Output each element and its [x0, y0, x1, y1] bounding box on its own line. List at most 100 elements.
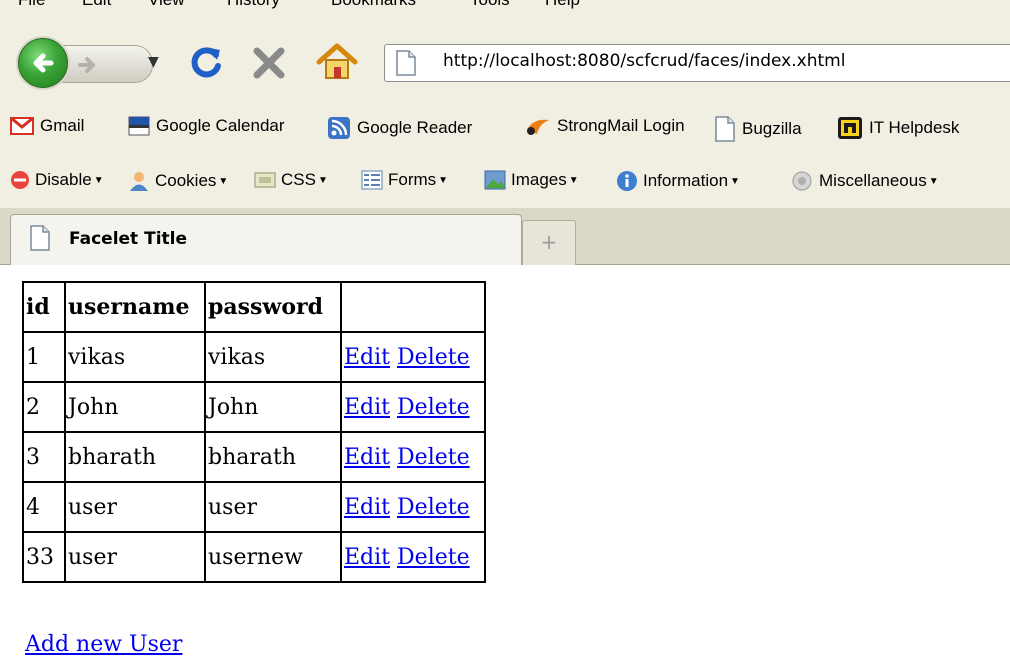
bookmark-label: Google Reader — [357, 118, 473, 137]
bookmark-label: Bugzilla — [742, 119, 802, 138]
forward-button[interactable] — [62, 45, 153, 83]
cell-username: John — [64, 381, 206, 433]
helpdesk-icon — [838, 117, 862, 139]
bookmarks-toolbar: Gmail Google Calendar Google Reader Stro… — [0, 100, 1010, 154]
menu-file[interactable]: File — [18, 0, 45, 10]
miscellaneous-icon — [792, 171, 812, 191]
dev-forms-menu[interactable]: Forms ▼ — [361, 170, 448, 190]
users-table: id username password 1 vikas vikas Edit … — [22, 281, 486, 583]
cell-id: 1 — [22, 331, 66, 383]
bookmark-google-calendar[interactable]: Google Calendar — [128, 116, 285, 136]
table-row: 2 John John Edit Delete — [22, 381, 486, 433]
dev-label: Images — [511, 170, 567, 189]
menu-help[interactable]: Help — [545, 0, 580, 10]
table-row: 3 bharath bharath Edit Delete — [22, 431, 486, 483]
dropdown-caret-icon: ▼ — [218, 175, 229, 187]
cell-actions: Edit Delete — [340, 331, 486, 383]
back-button[interactable] — [18, 38, 68, 88]
column-header-password: password — [204, 281, 342, 333]
delete-link[interactable]: Delete — [397, 445, 470, 470]
history-dropdown-icon[interactable]: ▼ — [148, 54, 159, 70]
menu-history[interactable]: History — [227, 0, 280, 10]
stop-icon[interactable] — [250, 44, 288, 82]
cell-actions: Edit Delete — [340, 381, 486, 433]
tab-title: Facelet Title — [69, 229, 188, 249]
dev-images-menu[interactable]: Images ▼ — [484, 170, 579, 190]
cell-actions: Edit Delete — [340, 431, 486, 483]
menu-tools[interactable]: Tools — [470, 0, 510, 10]
edit-link[interactable]: Edit — [344, 395, 390, 420]
page-icon — [715, 116, 735, 142]
bookmark-bugzilla[interactable]: Bugzilla — [714, 116, 802, 142]
delete-link[interactable]: Delete — [397, 545, 470, 570]
information-icon — [617, 171, 637, 191]
bookmark-label: Google Calendar — [156, 116, 285, 135]
dropdown-caret-icon: ▼ — [730, 175, 740, 187]
page-content: id username password 1 vikas vikas Edit … — [0, 265, 1010, 660]
menu-bar: File Edit View History Bookmarks Tools H… — [0, 0, 1010, 30]
column-header-username: username — [64, 281, 206, 333]
web-developer-toolbar: Disable ▼ Cookies ▼ CSS ▼ Forms ▼ Images ▼ — [0, 154, 1010, 209]
cell-actions: Edit Delete — [340, 481, 486, 533]
menu-edit[interactable]: Edit — [82, 0, 111, 10]
cell-password: bharath — [204, 431, 342, 483]
strongmail-icon — [527, 119, 549, 135]
dev-disable-menu[interactable]: Disable ▼ — [10, 170, 104, 190]
column-header-id: id — [22, 281, 66, 333]
dev-label: Disable — [35, 170, 92, 189]
home-icon[interactable] — [315, 42, 359, 82]
dev-label: Forms — [388, 170, 437, 189]
dropdown-caret-icon: ▼ — [93, 174, 104, 186]
dev-cookies-menu[interactable]: Cookies ▼ — [128, 170, 228, 192]
page-icon — [30, 225, 50, 251]
delete-link[interactable]: Delete — [397, 345, 470, 370]
dev-miscellaneous-menu[interactable]: Miscellaneous ▼ — [790, 170, 939, 192]
rss-icon — [328, 117, 350, 139]
url-text[interactable]: http://localhost:8080/scfcrud/faces/inde… — [443, 51, 845, 71]
bookmark-google-reader[interactable]: Google Reader — [327, 116, 472, 140]
dev-information-menu[interactable]: Information ▼ — [616, 170, 740, 192]
forms-icon — [361, 170, 383, 190]
dev-css-menu[interactable]: CSS ▼ — [254, 170, 328, 190]
dev-label: Information — [643, 171, 729, 190]
cell-id: 3 — [22, 431, 66, 483]
bookmark-strongmail-login[interactable]: StrongMail Login — [525, 116, 685, 136]
cell-id: 33 — [22, 531, 66, 583]
address-bar[interactable]: http://localhost:8080/scfcrud/faces/inde… — [384, 44, 1010, 82]
column-header-actions — [340, 281, 486, 333]
edit-link[interactable]: Edit — [344, 495, 390, 520]
tab-facelet-title[interactable]: Facelet Title — [10, 214, 522, 265]
table-row: 1 vikas vikas Edit Delete — [22, 331, 486, 383]
cell-id: 2 — [22, 381, 66, 433]
delete-link[interactable]: Delete — [397, 395, 470, 420]
edit-link[interactable]: Edit — [344, 545, 390, 570]
cell-password: user — [204, 481, 342, 533]
dropdown-caret-icon: ▼ — [568, 174, 579, 186]
page-icon — [396, 50, 416, 76]
plus-icon: + — [540, 230, 558, 254]
bookmark-gmail[interactable]: Gmail — [10, 116, 84, 136]
delete-link[interactable]: Delete — [397, 495, 470, 520]
cell-actions: Edit Delete — [340, 531, 486, 583]
menu-view[interactable]: View — [148, 0, 185, 10]
disable-icon — [11, 171, 29, 189]
dropdown-caret-icon: ▼ — [438, 174, 449, 186]
back-arrow-icon — [33, 53, 54, 73]
cell-password: John — [204, 381, 342, 433]
menu-bookmarks[interactable]: Bookmarks — [331, 0, 416, 10]
bookmark-label: StrongMail Login — [557, 116, 685, 135]
forward-arrow-icon — [78, 57, 95, 73]
dropdown-caret-icon: ▼ — [317, 174, 328, 186]
gmail-icon — [10, 117, 34, 135]
dev-label: CSS — [281, 170, 316, 189]
calendar-icon — [128, 116, 150, 136]
cell-username: user — [64, 481, 206, 533]
edit-link[interactable]: Edit — [344, 345, 390, 370]
table-header-row: id username password — [22, 281, 486, 333]
edit-link[interactable]: Edit — [344, 445, 390, 470]
reload-icon[interactable] — [186, 42, 226, 82]
new-tab-button[interactable]: + — [522, 220, 576, 265]
bookmark-it-helpdesk[interactable]: IT Helpdesk — [837, 116, 959, 140]
dropdown-caret-icon: ▼ — [928, 175, 939, 187]
add-new-user-link[interactable]: Add new User — [25, 632, 182, 657]
